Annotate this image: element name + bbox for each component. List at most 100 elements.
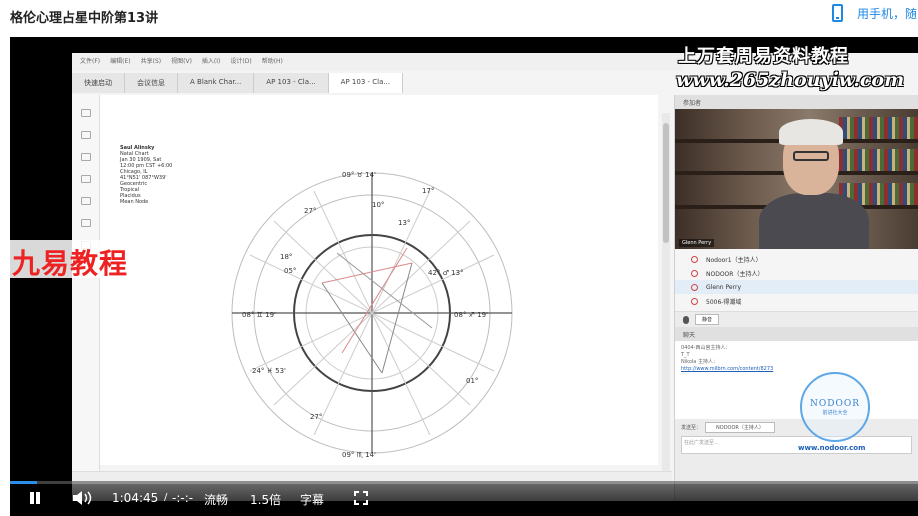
nodoor-logo-subtext: 前进社大全 bbox=[822, 409, 848, 416]
menu-item-help: 帮助(H) bbox=[261, 58, 283, 65]
astrology-chart: 09° ♉ 14' 08° ♊ 19' 09° ♏ 14' 08° ♐ 19' … bbox=[231, 171, 513, 459]
quality-button[interactable]: 流畅 bbox=[204, 491, 228, 508]
mute-button: 静音 bbox=[695, 314, 720, 325]
tab-ap103-a: AP 103 - Cla... bbox=[254, 73, 329, 93]
menu-item-view: 视图(V) bbox=[171, 58, 192, 65]
pen-tool-icon bbox=[80, 109, 91, 117]
microphone-icon bbox=[683, 315, 689, 324]
chat-log: 0404-西山宫主持人： T_T Nikola 主持人： http://www.… bbox=[675, 341, 918, 419]
user-icon bbox=[691, 283, 698, 291]
mobile-view-label: 用手机，随 bbox=[857, 6, 918, 21]
chart-degree: 42° ♂ 13° bbox=[428, 269, 464, 277]
tab-blank-chart: A Blank Char... bbox=[178, 73, 255, 93]
menu-item-edit: 编辑(E) bbox=[110, 58, 131, 65]
participant-name: NODOOR（主持人） bbox=[706, 270, 764, 278]
participant-list: Nodoor1（主持人） NODOOR（主持人） Glenn Perry 500… bbox=[675, 249, 918, 311]
separator: / bbox=[164, 492, 168, 503]
scroll-thumb bbox=[663, 123, 669, 243]
participant-row: 5006-得潮域 bbox=[675, 294, 918, 308]
watermark-url: www.265zhouyiw.com bbox=[676, 69, 905, 91]
volume-icon[interactable] bbox=[72, 490, 94, 506]
tab-quick-start: 快速启动 bbox=[72, 73, 125, 93]
participant-name: 5006-得潮域 bbox=[706, 298, 742, 306]
send-to-label: 发送至： bbox=[681, 425, 702, 431]
node-degree: 24° ♓ 53' bbox=[252, 367, 286, 375]
video-player[interactable]: 文件(F) 编辑(E) 共享(S) 视图(V) 插入(I) 设计(D) 帮助(H… bbox=[10, 37, 918, 516]
chart-degree: 18° bbox=[280, 253, 292, 261]
page-header: 格伦心理占星中阶第13讲 用手机，随 bbox=[0, 0, 918, 36]
speed-button[interactable]: 1.5倍 bbox=[250, 491, 281, 508]
progress-bar[interactable] bbox=[10, 481, 918, 484]
aspect-line bbox=[381, 262, 413, 374]
software-tabs: 快速启动 会议信息 A Blank Char... AP 103 - Cla..… bbox=[72, 73, 672, 93]
chart-person-info: Saul Alinsky Natal Chart Jan 30 1909, Sa… bbox=[120, 145, 172, 205]
menu-item-share: 共享(S) bbox=[140, 58, 162, 65]
participant-row: Glenn Perry bbox=[675, 280, 918, 294]
document-vscrollbar bbox=[662, 113, 670, 473]
aspect-line bbox=[336, 252, 433, 329]
shape-tool-icon bbox=[80, 197, 91, 205]
chart-degree: 05° bbox=[284, 267, 296, 275]
menu-item-insert: 插入(I) bbox=[201, 58, 221, 65]
watermark-left-text: 九易教程 bbox=[12, 247, 129, 280]
phone-icon bbox=[832, 4, 843, 22]
pluto-degree: 27° bbox=[304, 207, 316, 215]
dsc-label: 08° ♐ 19' bbox=[454, 311, 488, 319]
user-icon bbox=[691, 297, 698, 305]
progress-fill bbox=[10, 481, 38, 484]
mc-label: 09° ♉ 14' bbox=[342, 171, 376, 179]
books bbox=[839, 117, 918, 139]
chart-degree: 01° bbox=[466, 377, 478, 385]
course-title: 格伦心理占星中阶第13讲 bbox=[10, 11, 159, 26]
user-icon bbox=[691, 269, 698, 277]
software-menubar: 文件(F) 编辑(E) 共享(S) 视图(V) 插入(I) 设计(D) 帮助(H… bbox=[72, 53, 682, 71]
ic-label: 09° ♏ 14' bbox=[342, 451, 376, 459]
mic-controls: 静音 bbox=[675, 311, 918, 327]
duration: -:-:- bbox=[172, 491, 194, 505]
meeting-side-panel: 参加者 Glenn Perry Nodoor1（主持人） NODOOR（主持人）… bbox=[674, 95, 918, 501]
nodoor-url: www.nodoor.com bbox=[798, 444, 866, 452]
tab-ap103-b: AP 103 - Cla... bbox=[328, 73, 404, 93]
line-tool-icon bbox=[80, 219, 91, 227]
fullscreen-icon[interactable] bbox=[354, 491, 368, 505]
presenter-glasses bbox=[793, 151, 829, 161]
presenter-hair bbox=[779, 119, 843, 145]
subtitles-button[interactable]: 字幕 bbox=[300, 491, 324, 508]
chart-degree: 17° bbox=[422, 187, 434, 195]
moon-degree: 13° bbox=[398, 219, 410, 227]
webcam-feed: Glenn Perry bbox=[675, 109, 918, 249]
menu-item-design: 设计(D) bbox=[230, 58, 252, 65]
nodoor-logo: NODOOR 前进社大全 bbox=[800, 372, 870, 442]
participant-row: NODOOR（主持人） bbox=[675, 266, 918, 280]
participant-row: Nodoor1（主持人） bbox=[675, 252, 918, 266]
nodoor-logo-text: NODOOR bbox=[809, 398, 860, 409]
tab-meeting-info: 会议信息 bbox=[125, 73, 178, 93]
chat-recipient-row: 发送至： NODOOR（主持人） bbox=[675, 419, 918, 436]
pause-icon[interactable] bbox=[28, 491, 42, 505]
aspect-line bbox=[321, 282, 383, 374]
chat-link: http://www.milbrn.com/content/8273 bbox=[681, 366, 774, 372]
chat-message: Nikola 主持人： bbox=[681, 359, 718, 365]
mobile-view-link[interactable]: 用手机，随 bbox=[832, 4, 917, 22]
text-tool-icon bbox=[80, 153, 91, 161]
player-controls: 1:04:45 / -:-:- 流畅 1.5倍 字幕 bbox=[10, 481, 918, 516]
participant-name: Glenn Perry bbox=[706, 283, 741, 291]
presenter-body bbox=[759, 193, 869, 249]
books bbox=[839, 149, 918, 171]
annotation-toolbar bbox=[72, 95, 100, 475]
watermark-title: 上万套周易资料教程 bbox=[678, 46, 849, 67]
asc-label: 08° ♊ 19' bbox=[242, 311, 276, 319]
recipient-select: NODOOR（主持人） bbox=[705, 422, 775, 433]
chat-input: 在此广发送至... bbox=[681, 436, 912, 454]
watermark-left: 九易教程 bbox=[10, 240, 166, 280]
current-time: 1:04:45 bbox=[112, 491, 159, 505]
menu-item-file: 文件(F) bbox=[80, 58, 101, 65]
highlighter-tool-icon bbox=[80, 175, 91, 183]
person-info-line: Mean Node bbox=[120, 199, 149, 205]
chart-degree: 27° bbox=[310, 413, 322, 421]
chat-message: 0404-西山宫主持人： bbox=[681, 345, 731, 351]
pointer-tool-icon bbox=[80, 131, 91, 139]
chat-message: T_T bbox=[681, 352, 690, 358]
aspect-line bbox=[321, 262, 413, 284]
chat-header: 聊天 bbox=[675, 327, 918, 341]
